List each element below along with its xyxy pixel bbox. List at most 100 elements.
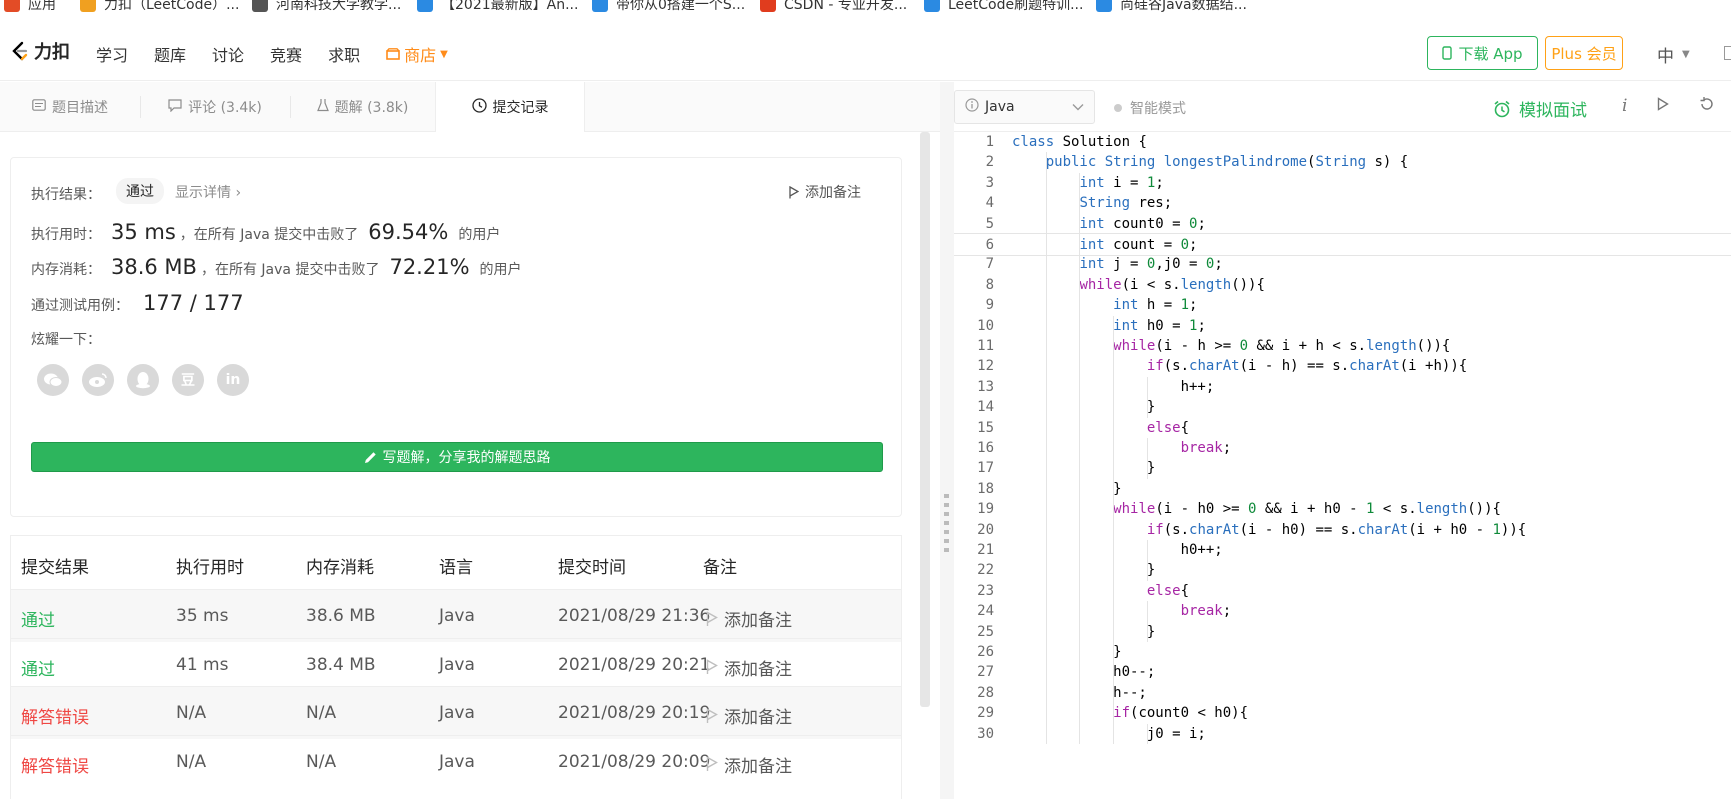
table-row[interactable]: 解答错误 N/A N/A Java 2021/08/29 20:19 添加备注: [11, 686, 901, 739]
bookmarks-bar: 应用 力扣（LeetCode）... 河南科技大学教学... 【2021最新版】An.…: [0, 0, 1731, 16]
code-line[interactable]: 18 }: [954, 478, 1731, 501]
code-line[interactable]: 25 }: [954, 621, 1731, 644]
runtime-label: 执行用时：: [31, 227, 101, 243]
info-italic-icon[interactable]: i: [1622, 96, 1627, 116]
code-line[interactable]: 1 class Solution {: [954, 132, 1731, 154]
nav-item-discuss[interactable]: 讨论: [212, 42, 244, 66]
nav-item-jobs[interactable]: 求职: [328, 42, 360, 66]
code-line[interactable]: 14 }: [954, 396, 1731, 419]
smart-mode-toggle[interactable]: 智能模式: [1114, 98, 1186, 118]
bookmark-item[interactable]: 力扣（LeetCode）...: [80, 0, 239, 14]
bookmark-item[interactable]: 带你从0搭建一个S...: [592, 0, 745, 14]
add-note-button[interactable]: 添加备注: [789, 182, 861, 202]
left-panel-scrollbar[interactable]: [920, 132, 930, 707]
code-line[interactable]: 23 else{: [954, 580, 1731, 603]
nav-item-contest[interactable]: 竞赛: [270, 42, 302, 66]
bookmark-label: 尚硅谷Java数据结...: [1120, 0, 1247, 13]
user-menu-icon[interactable]: [1724, 46, 1731, 60]
panel-resizer[interactable]: [940, 82, 954, 799]
code-line[interactable]: 24 break;: [954, 600, 1731, 623]
language-select[interactable]: Java: [954, 90, 1095, 124]
bookmark-item[interactable]: 尚硅谷Java数据结...: [1096, 0, 1247, 14]
code-editor[interactable]: 1 class Solution {2 public String longest…: [954, 132, 1731, 799]
submission-status[interactable]: 解答错误: [21, 752, 89, 777]
mock-interview-button[interactable]: 模拟面试: [1493, 96, 1587, 121]
code-text: public String longestPalindrome(String s…: [1045, 154, 1409, 171]
submission-status[interactable]: 解答错误: [21, 703, 89, 728]
code-line[interactable]: 5 int count0 = 0;: [954, 213, 1731, 236]
code-line[interactable]: 13 h++;: [954, 376, 1731, 399]
code-line[interactable]: 9 int h = 1;: [954, 294, 1731, 317]
submission-memory: 38.6 MB: [306, 606, 376, 626]
code-line[interactable]: 7 int j = 0,j0 = 0;: [954, 253, 1731, 276]
code-line[interactable]: 17 }: [954, 457, 1731, 480]
code-line[interactable]: 6 int count = 0;: [954, 233, 1731, 256]
code-line[interactable]: 11 while(i - h >= 0 && i + h < s.length(…: [954, 335, 1731, 358]
logo[interactable]: 力扣: [10, 38, 70, 64]
bookmark-favicon-icon: [1096, 0, 1112, 12]
tab-solutions[interactable]: 题解 (3.8k): [290, 82, 435, 132]
bookmark-label: CSDN - 专业开发...: [784, 0, 908, 13]
row-add-note-button[interactable]: 添加备注: [706, 752, 792, 777]
nav-item-problems[interactable]: 题库: [154, 42, 186, 66]
code-line[interactable]: 3 int i = 1;: [954, 172, 1731, 195]
code-line[interactable]: 10 int h0 = 1;: [954, 315, 1731, 338]
caret-down-icon: ▼: [1682, 49, 1690, 60]
download-app-label: 下载 App: [1458, 44, 1523, 63]
tab-description-label: 题目描述: [52, 100, 108, 116]
code-line[interactable]: 28 h--;: [954, 682, 1731, 705]
show-details-link[interactable]: 显示详情 ›: [175, 182, 241, 202]
code-line[interactable]: 22 }: [954, 559, 1731, 582]
douban-icon[interactable]: 豆: [172, 364, 204, 396]
code-line[interactable]: 30 j0 = i;: [954, 723, 1731, 746]
bookmark-item[interactable]: LeetCode刷题特训...: [924, 0, 1083, 14]
language-switch[interactable]: 中 ▼: [1657, 42, 1690, 67]
code-line[interactable]: 2 public String longestPalindrome(String…: [954, 151, 1731, 174]
nav-item-store[interactable]: 商店 ▼: [386, 42, 448, 66]
bookmark-item[interactable]: 应用: [4, 0, 56, 14]
bookmark-favicon-icon: [592, 0, 608, 12]
code-text: class Solution {: [1012, 134, 1147, 150]
table-row[interactable]: 解答错误 N/A N/A Java 2021/08/29 20:09 添加备注: [11, 734, 901, 788]
code-line[interactable]: 8 while(i < s.length()){: [954, 274, 1731, 297]
code-line[interactable]: 27 h0--;: [954, 661, 1731, 684]
linkedin-icon[interactable]: in: [217, 364, 249, 396]
code-line[interactable]: 19 while(i - h0 >= 0 && i + h0 - 1 < s.l…: [954, 498, 1731, 521]
code-line[interactable]: 12 if(s.charAt(i - h) == s.charAt(i +h))…: [954, 355, 1731, 378]
code-line[interactable]: 26 }: [954, 641, 1731, 664]
submission-status[interactable]: 通过: [21, 655, 55, 680]
code-line[interactable]: 4 String res;: [954, 192, 1731, 215]
submission-memory: N/A: [306, 751, 337, 772]
bookmark-item[interactable]: 【2021最新版】An...: [417, 0, 578, 14]
tab-submissions[interactable]: 提交记录: [435, 82, 585, 132]
bookmark-item[interactable]: 河南科技大学教学...: [252, 0, 401, 14]
code-line[interactable]: 29 if(count0 < h0){: [954, 702, 1731, 725]
bookmark-item[interactable]: CSDN - 专业开发...: [760, 0, 907, 14]
reset-icon[interactable]: [1699, 96, 1715, 117]
wechat-icon[interactable]: [37, 364, 69, 396]
code-text: }: [1012, 562, 1156, 579]
weibo-icon[interactable]: [82, 364, 114, 396]
table-row[interactable]: 通过 41 ms 38.4 MB Java 2021/08/29 20:21 添加备注: [11, 637, 901, 691]
tab-description[interactable]: 题目描述: [0, 82, 141, 132]
row-add-note-button[interactable]: 添加备注: [706, 703, 792, 728]
tab-comments[interactable]: 评论 (3.4k): [140, 82, 291, 132]
submission-status[interactable]: 通过: [21, 606, 55, 631]
download-app-button[interactable]: 下载 App: [1427, 36, 1538, 70]
code-text: while(i - h >= 0 && i + h < s.length()){: [1113, 338, 1451, 354]
table-row[interactable]: 通过 35 ms 38.6 MB Java 2021/08/29 21:36 添加备注: [11, 589, 901, 642]
col-runtime: 执行用时: [176, 558, 244, 578]
row-add-note-button[interactable]: 添加备注: [706, 655, 792, 680]
code-text: while(i - h0 >= 0 && i + h0 - 1 < s.leng…: [1113, 501, 1501, 518]
nav-item-learn[interactable]: 学习: [96, 42, 128, 66]
row-add-note-button[interactable]: 添加备注: [706, 606, 792, 631]
write-solution-button[interactable]: 写题解，分享我的解题思路: [31, 442, 883, 472]
code-line[interactable]: 15 else{: [954, 417, 1731, 440]
code-line[interactable]: 20 if(s.charAt(i - h0) == s.charAt(i + h…: [954, 519, 1731, 542]
plus-member-button[interactable]: Plus 会员: [1545, 36, 1623, 70]
qq-icon[interactable]: [127, 364, 159, 396]
line-number: 13: [977, 378, 994, 395]
code-line[interactable]: 21 h0++;: [954, 539, 1731, 562]
code-line[interactable]: 16 break;: [954, 437, 1731, 460]
run-icon[interactable]: [1657, 96, 1669, 116]
